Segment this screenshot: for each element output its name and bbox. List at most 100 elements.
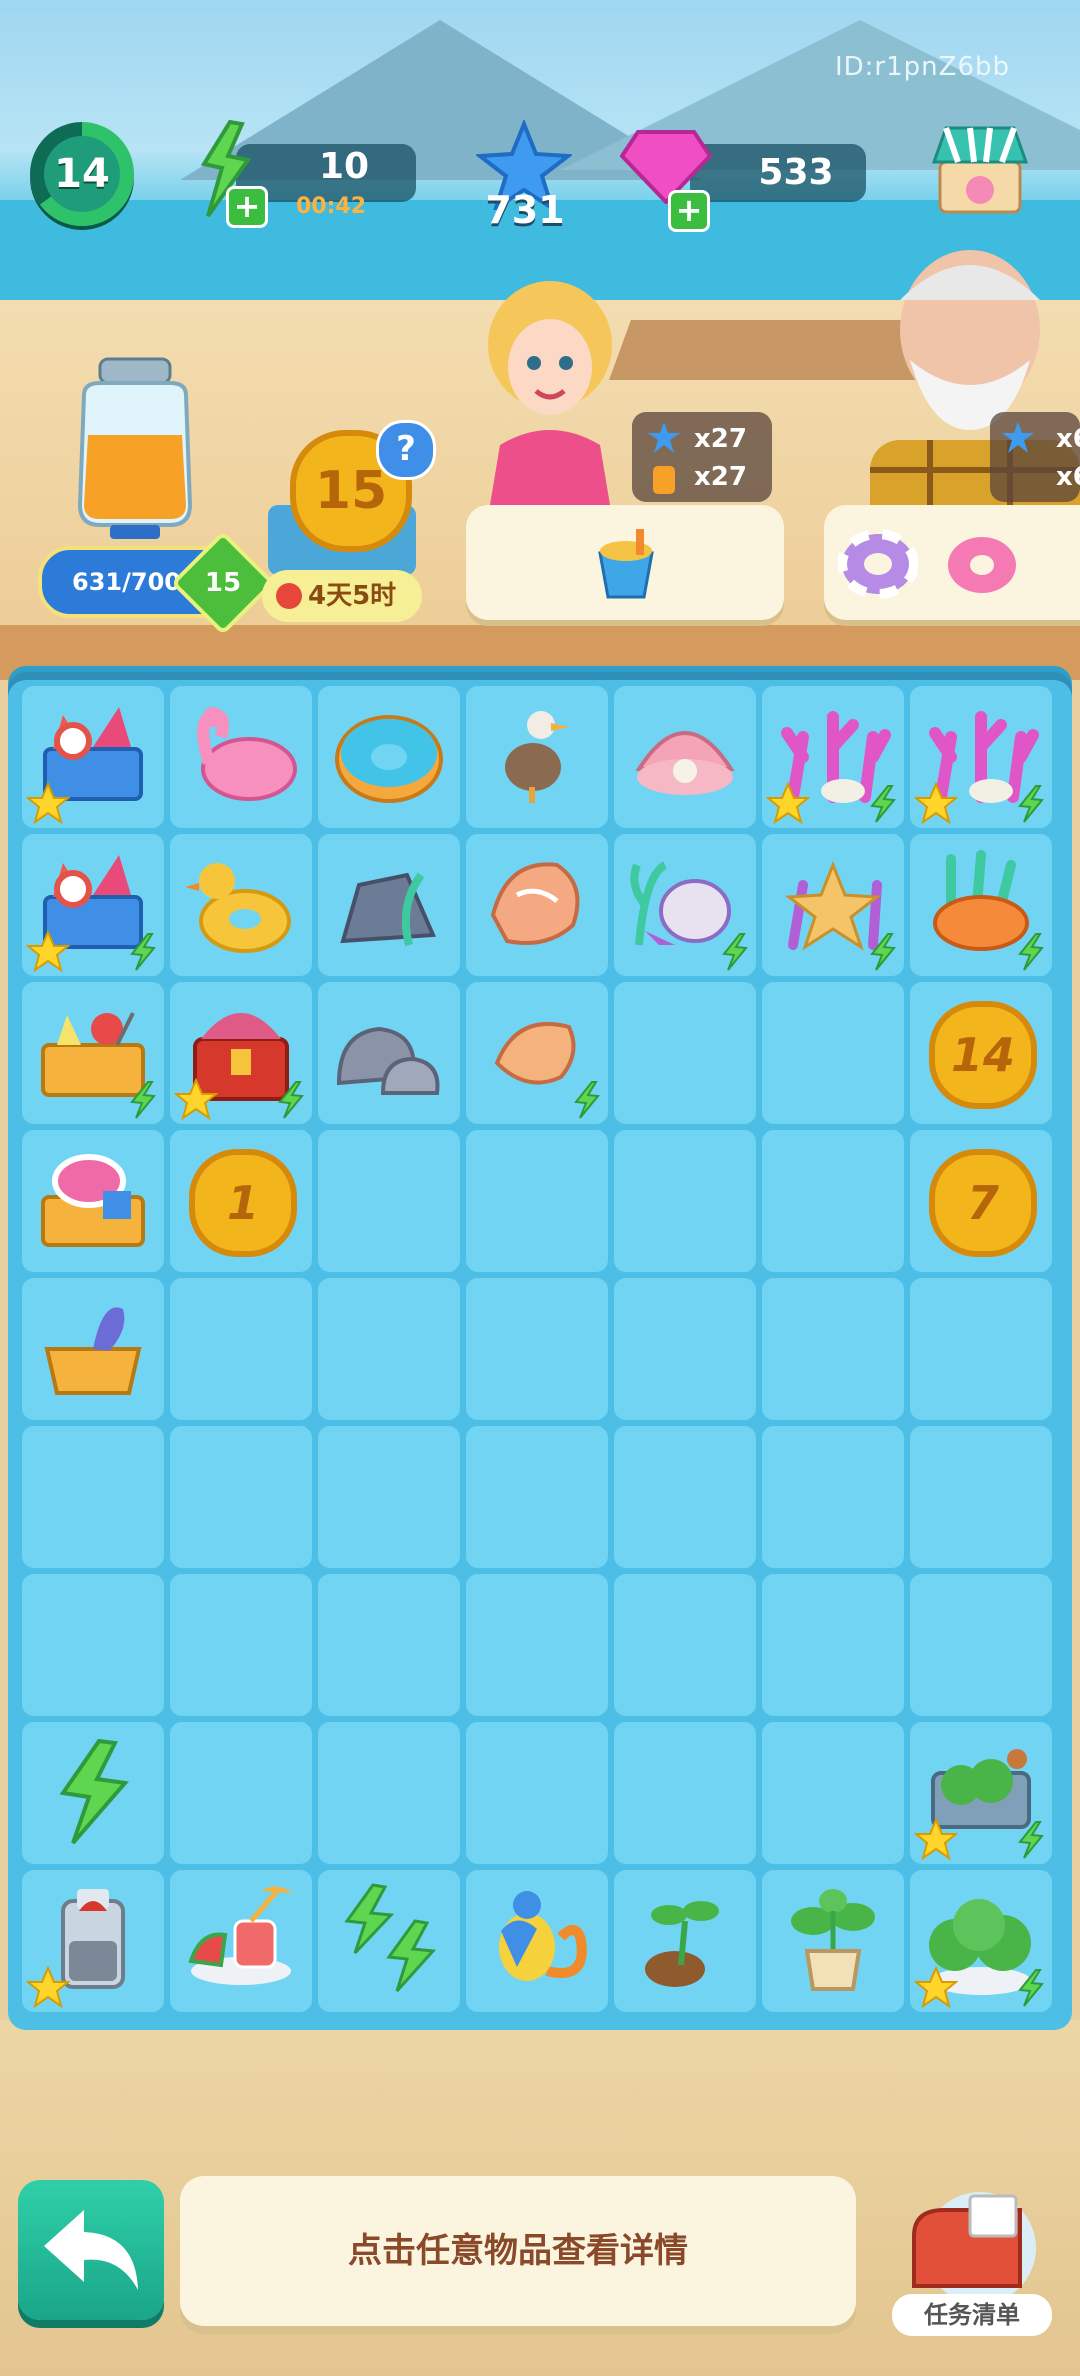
girl-character[interactable] (470, 275, 630, 505)
board-cell[interactable] (910, 1278, 1052, 1420)
star-badge-icon (173, 1077, 219, 1122)
board-cell[interactable] (614, 1426, 756, 1568)
peacock-icon (499, 1891, 587, 1981)
back-arrow-icon (44, 2210, 138, 2290)
task-list-button[interactable]: 任务清单 (892, 2186, 1052, 2336)
item-energy-bolt[interactable] (33, 1733, 153, 1853)
board-cell[interactable] (318, 1278, 460, 1420)
board-cell[interactable] (762, 1426, 904, 1568)
clock-icon (276, 583, 302, 609)
item-conch-shell[interactable] (477, 845, 597, 965)
swim-ring-icon (838, 529, 918, 599)
item-coin-14[interactable]: 14 (921, 993, 1041, 1113)
board-cell[interactable] (910, 1426, 1052, 1568)
request-2-star-reward: x6 (1056, 424, 1080, 454)
merge-board: 14 1 7 (8, 672, 1072, 2030)
energy-badge-icon (274, 1080, 308, 1120)
watermelon-drink-icon (188, 1886, 293, 1985)
order-card-2[interactable] (824, 505, 1080, 620)
board-cell[interactable] (466, 1574, 608, 1716)
item-duck-float[interactable] (181, 845, 301, 965)
board-cell[interactable] (466, 1722, 608, 1864)
gem-counter[interactable]: 533 (690, 144, 866, 202)
double-bolt-icon (344, 1883, 437, 1993)
board-cell[interactable] (22, 1426, 164, 1568)
item-seagull[interactable] (477, 697, 597, 817)
rock-seaweed-icon (340, 872, 436, 946)
help-button[interactable]: ? (376, 420, 436, 480)
energy-badge-icon (1014, 784, 1048, 824)
item-coin-1[interactable]: 1 (181, 1141, 301, 1261)
conch-shell-icon (490, 862, 580, 945)
board-cell[interactable] (762, 1278, 904, 1420)
board-cell[interactable] (318, 1722, 460, 1864)
item-float-basket[interactable] (33, 1141, 153, 1261)
energy-badge-icon (570, 1080, 604, 1120)
item-flamingo-float[interactable] (181, 697, 301, 817)
energy-timer: 00:42 (296, 194, 367, 219)
board-cell[interactable] (762, 982, 904, 1124)
order-card-1[interactable] (466, 505, 784, 620)
level-badge[interactable]: 14 (30, 122, 134, 226)
board-cell[interactable] (318, 1130, 460, 1272)
item-rock-seaweed[interactable] (329, 845, 449, 965)
energy-badge-icon (1014, 932, 1048, 972)
board-cell[interactable] (614, 1722, 756, 1864)
shop-icon[interactable] (930, 122, 1030, 222)
item-double-bolt[interactable] (329, 1881, 449, 2001)
board-cell[interactable] (318, 1426, 460, 1568)
board-cell[interactable] (614, 1574, 756, 1716)
item-grey-rocks[interactable] (329, 993, 449, 1113)
item-donut-float[interactable] (329, 697, 449, 817)
gem-value: 533 (758, 152, 834, 193)
request-1-energy-reward: x27 (694, 462, 747, 492)
board-cell[interactable] (466, 1130, 608, 1272)
board-cell[interactable] (762, 1574, 904, 1716)
request-reward-2: x6 x6 (990, 412, 1080, 502)
board-cell[interactable] (762, 1722, 904, 1864)
honey-jar-icon[interactable] (70, 355, 200, 540)
seagull-icon (505, 711, 569, 803)
level-number: 14 (44, 136, 120, 212)
board-cell[interactable] (170, 1278, 312, 1420)
donut-float-icon (335, 715, 443, 803)
board-cell[interactable] (170, 1722, 312, 1864)
coin-icon: 14 (929, 1001, 1037, 1109)
jar-progress-text: 631/700 (72, 568, 181, 596)
item-coin-7[interactable]: 7 (921, 1141, 1041, 1261)
board-cell[interactable] (762, 1130, 904, 1272)
board-cell[interactable] (318, 1574, 460, 1716)
item-potted-plant[interactable] (773, 1881, 893, 2001)
item-empty-basket[interactable] (33, 1289, 153, 1409)
item-sprout-seed[interactable] (625, 1881, 745, 2001)
gem-plus-button[interactable]: + (668, 190, 710, 232)
pink-donut-icon (948, 537, 1016, 593)
duck-float-icon (185, 863, 291, 953)
request-reward-1: x27 x27 (632, 412, 772, 502)
item-pearl-clam[interactable] (625, 697, 745, 817)
energy-plus-button[interactable]: + (226, 186, 268, 228)
pearl-clam-icon (635, 731, 735, 795)
board-cell[interactable] (170, 1574, 312, 1716)
board-cell[interactable] (466, 1426, 608, 1568)
board-cell[interactable] (910, 1574, 1052, 1716)
star-badge-icon (25, 1965, 71, 2010)
coin-icon: 1 (189, 1149, 297, 1257)
item-watermelon-drink[interactable] (181, 1881, 301, 2001)
float-basket-icon (41, 1154, 145, 1247)
event-timer-text: 4天5时 (308, 581, 397, 611)
sand-bucket-icon (598, 529, 654, 599)
board-cell[interactable] (614, 1130, 756, 1272)
mailbox-icon (912, 2192, 1036, 2304)
item-peacock[interactable] (477, 1881, 597, 2001)
board-cell[interactable] (614, 1278, 756, 1420)
energy-badge-icon (1014, 1968, 1048, 2008)
board-cell[interactable] (466, 1278, 608, 1420)
star-badge-icon (765, 781, 811, 826)
board-cell[interactable] (22, 1574, 164, 1716)
potted-plant-icon (791, 1889, 875, 1991)
board-cell[interactable] (170, 1426, 312, 1568)
empty-basket-icon (44, 1307, 142, 1395)
back-button[interactable] (18, 2180, 164, 2320)
board-cell[interactable] (614, 982, 756, 1124)
